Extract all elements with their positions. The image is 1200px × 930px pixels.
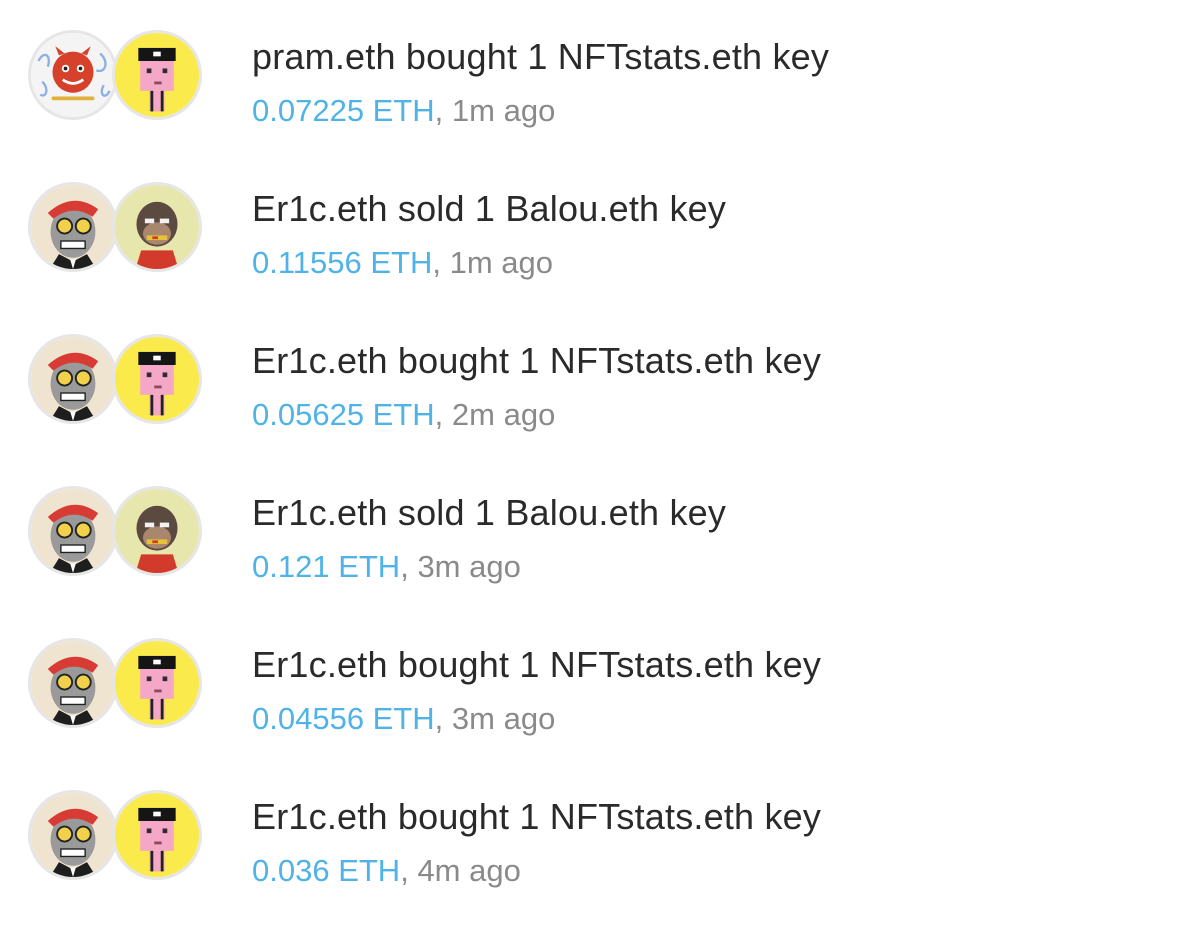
bored-ape-avatar[interactable]: [112, 486, 202, 576]
activity-item[interactable]: Er1c.eth bought 1 NFTstats.eth key 0.045…: [0, 638, 1200, 778]
activity-title: Er1c.eth bought 1 NFTstats.eth key: [252, 644, 822, 685]
avatar-pair: [28, 790, 208, 886]
robot-ape-avatar[interactable]: [28, 334, 118, 424]
activity-meta: 0.07225 ETH, 1m ago: [252, 93, 555, 129]
pixel-punk-avatar[interactable]: [112, 790, 202, 880]
activity-meta: 0.05625 ETH, 2m ago: [252, 397, 555, 433]
robot-ape-avatar[interactable]: [28, 638, 118, 728]
activity-title: Er1c.eth bought 1 NFTstats.eth key: [252, 340, 822, 381]
price-text: 0.04556 ETH: [252, 701, 435, 736]
pixel-punk-avatar[interactable]: [112, 30, 202, 120]
bored-ape-avatar[interactable]: [112, 182, 202, 272]
price-text: 0.07225 ETH: [252, 93, 435, 128]
pixel-punk-avatar[interactable]: [112, 334, 202, 424]
avatar-pair: [28, 638, 208, 734]
separator: ,: [400, 853, 418, 888]
time-ago: 1m ago: [451, 93, 556, 128]
avatar-pair: [28, 182, 208, 278]
activity-item[interactable]: pram.eth bought 1 NFTstats.eth key 0.072…: [0, 30, 1200, 170]
time-ago: 3m ago: [417, 549, 521, 584]
price-text: 0.05625 ETH: [252, 397, 435, 432]
price-text: 0.11556 ETH: [252, 245, 433, 280]
activity-feed: pram.eth bought 1 NFTstats.eth key 0.072…: [0, 0, 1200, 917]
separator: ,: [434, 397, 452, 432]
time-ago: 2m ago: [451, 397, 556, 432]
price-text: 0.036 ETH: [252, 853, 401, 888]
activity-item[interactable]: Er1c.eth sold 1 Balou.eth key 0.11556 ET…: [0, 182, 1200, 322]
robot-ape-avatar[interactable]: [28, 486, 118, 576]
separator: ,: [434, 93, 452, 128]
activity-item[interactable]: Er1c.eth bought 1 NFTstats.eth key 0.056…: [0, 334, 1200, 474]
separator: ,: [432, 245, 450, 280]
activity-title: Er1c.eth sold 1 Balou.eth key: [252, 492, 727, 533]
robot-ape-avatar[interactable]: [28, 182, 118, 272]
time-ago: 1m ago: [449, 245, 554, 280]
time-ago: 4m ago: [417, 853, 521, 888]
robot-ape-avatar[interactable]: [28, 790, 118, 880]
activity-title: Er1c.eth bought 1 NFTstats.eth key: [252, 796, 822, 837]
activity-item[interactable]: Er1c.eth bought 1 NFTstats.eth key 0.036…: [0, 790, 1200, 930]
activity-meta: 0.036 ETH, 4m ago: [252, 853, 521, 889]
avatar-pair: [28, 486, 208, 582]
pixel-punk-avatar[interactable]: [112, 638, 202, 728]
activity-meta: 0.04556 ETH, 3m ago: [252, 701, 555, 737]
separator: ,: [400, 549, 418, 584]
avatar-pair: [28, 334, 208, 430]
activity-meta: 0.11556 ETH, 1m ago: [252, 245, 553, 281]
avatar-pair: [28, 30, 208, 126]
activity-meta: 0.121 ETH, 3m ago: [252, 549, 521, 585]
red-cat-avatar[interactable]: [28, 30, 118, 120]
activity-item[interactable]: Er1c.eth sold 1 Balou.eth key 0.121 ETH,…: [0, 486, 1200, 626]
activity-title: pram.eth bought 1 NFTstats.eth key: [252, 36, 830, 77]
time-ago: 3m ago: [451, 701, 556, 736]
price-text: 0.121 ETH: [252, 549, 401, 584]
separator: ,: [434, 701, 452, 736]
activity-title: Er1c.eth sold 1 Balou.eth key: [252, 188, 727, 229]
